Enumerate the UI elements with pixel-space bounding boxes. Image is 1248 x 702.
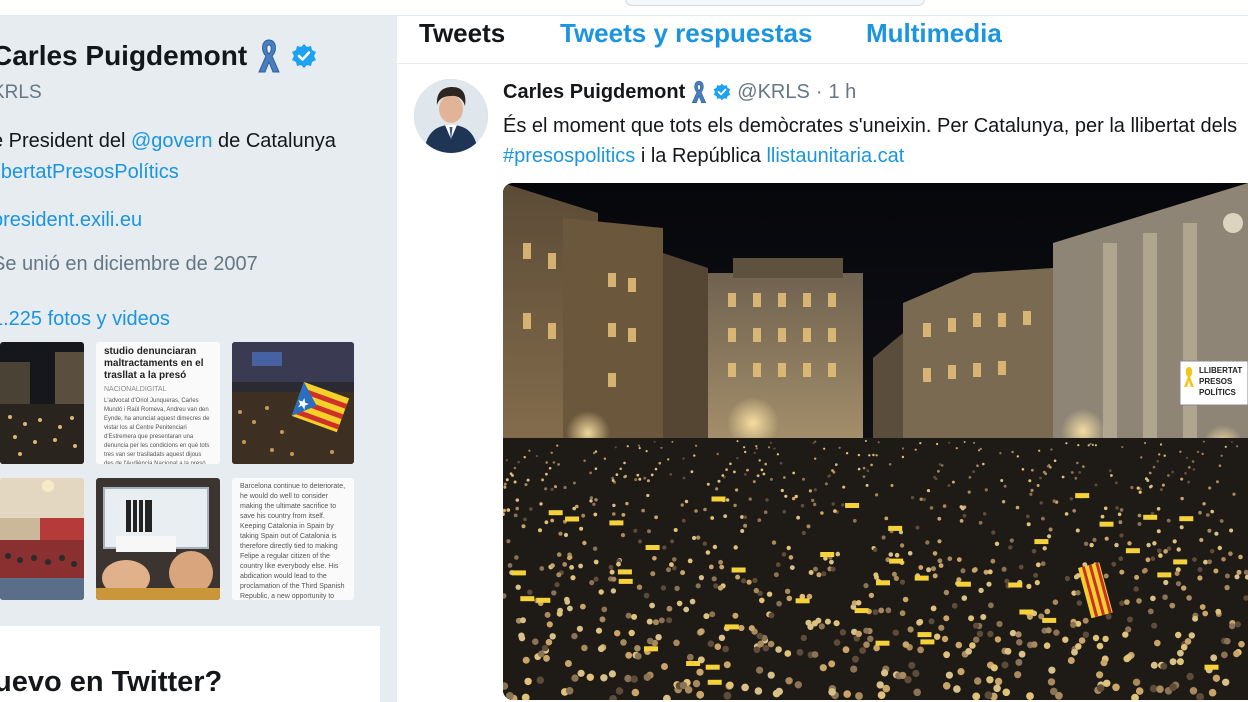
- profile-join-date: Se unió en diciembre de 2007: [0, 253, 258, 275]
- media-thumb-1[interactable]: [0, 342, 84, 464]
- tweet-photo[interactable]: LLIBERTAT PRESOS POLÍTICS: [503, 183, 1248, 700]
- thumb-article-body: L'advocat d'Oriol Junqueras, Carles Mund…: [104, 398, 210, 464]
- banner-line-2: PRESOS: [1199, 377, 1233, 386]
- tweet-text-part-1: És el moment que tots els demòcrates s'u…: [503, 115, 1238, 137]
- yellow-ribbon-icon: [691, 80, 707, 104]
- twitter-profile-page: Carles Puigdemont KRLS è President del @…: [0, 0, 1248, 702]
- tweet-url-link[interactable]: llistaunitaria.cat: [766, 145, 904, 167]
- media-thumb-2[interactable]: studio denunciaran maltractaments en el …: [96, 342, 220, 464]
- tweet-hashtag-link[interactable]: #presospolitics: [503, 145, 635, 167]
- tweet[interactable]: Carles Puigdemont @KRLS · 1 h És el mome…: [397, 65, 1248, 702]
- yellow-ribbon-icon: [257, 38, 281, 74]
- thumb-article-title: studio denunciaran maltractaments en el …: [104, 346, 204, 381]
- timeline-column: Tweets Tweets y respuestas Multimedia Ca…: [397, 16, 1248, 702]
- profile-website-link[interactable]: president.exili.eu: [0, 209, 142, 232]
- tab-media[interactable]: Multimedia: [866, 18, 1002, 49]
- banner-line-3: POLÍTICS: [1199, 388, 1237, 397]
- bio-text-2: de Catalunya: [212, 130, 336, 152]
- profile-tabs: Tweets Tweets y respuestas Multimedia: [397, 16, 1248, 64]
- media-thumb-3[interactable]: [232, 342, 354, 464]
- bio-text-1: è President del: [0, 130, 131, 152]
- thumb-article-source: NACIONALDIGITAL: [104, 386, 167, 393]
- media-thumb-5[interactable]: [96, 478, 220, 600]
- tweet-text: És el moment que tots els demòcrates s'u…: [503, 111, 1243, 171]
- tweet-photo-image: LLIBERTAT PRESOS POLÍTICS: [503, 183, 1248, 700]
- tweet-timestamp[interactable]: 1 h: [829, 81, 857, 104]
- verified-badge-icon: [291, 43, 317, 69]
- profile-sidebar: Carles Puigdemont KRLS è President del @…: [0, 16, 396, 702]
- bio-hashtag-link[interactable]: libertatPresosPolítics: [0, 157, 382, 188]
- profile-name-row: Carles Puigdemont: [0, 38, 317, 74]
- photos-videos-link[interactable]: 1.225 fotos y videos: [0, 308, 170, 331]
- media-thumb-6[interactable]: Barcelona continue to deteriorate, he wo…: [232, 478, 354, 600]
- new-to-twitter-title: uevo en Twitter?: [0, 666, 223, 698]
- tweet-separator: ·: [815, 80, 823, 103]
- top-navigation-bar: [0, 0, 1248, 16]
- tweet-header: Carles Puigdemont @KRLS · 1 h: [503, 80, 856, 104]
- media-thumb-4[interactable]: [0, 478, 84, 600]
- tab-tweets[interactable]: Tweets: [419, 18, 505, 49]
- verified-badge-icon: [713, 83, 731, 101]
- new-to-twitter-box: uevo en Twitter?: [0, 626, 380, 702]
- bio-mention-link[interactable]: @govern: [131, 130, 212, 152]
- tweet-author-name[interactable]: Carles Puigdemont: [503, 81, 685, 104]
- profile-handle: KRLS: [0, 82, 42, 103]
- avatar[interactable]: [414, 79, 488, 153]
- tab-tweets-and-replies[interactable]: Tweets y respuestas: [560, 18, 812, 49]
- tweet-text-part-2: i la República: [635, 145, 767, 167]
- profile-bio: è President del @govern de Catalunya lib…: [0, 126, 382, 188]
- search-field-edge[interactable]: [625, 0, 925, 6]
- tweet-author-handle[interactable]: @KRLS: [737, 81, 810, 104]
- thumb-english-text: Barcelona continue to deteriorate, he wo…: [240, 483, 346, 600]
- profile-name[interactable]: Carles Puigdemont: [0, 40, 247, 72]
- banner-line-1: LLIBERTAT: [1199, 366, 1242, 375]
